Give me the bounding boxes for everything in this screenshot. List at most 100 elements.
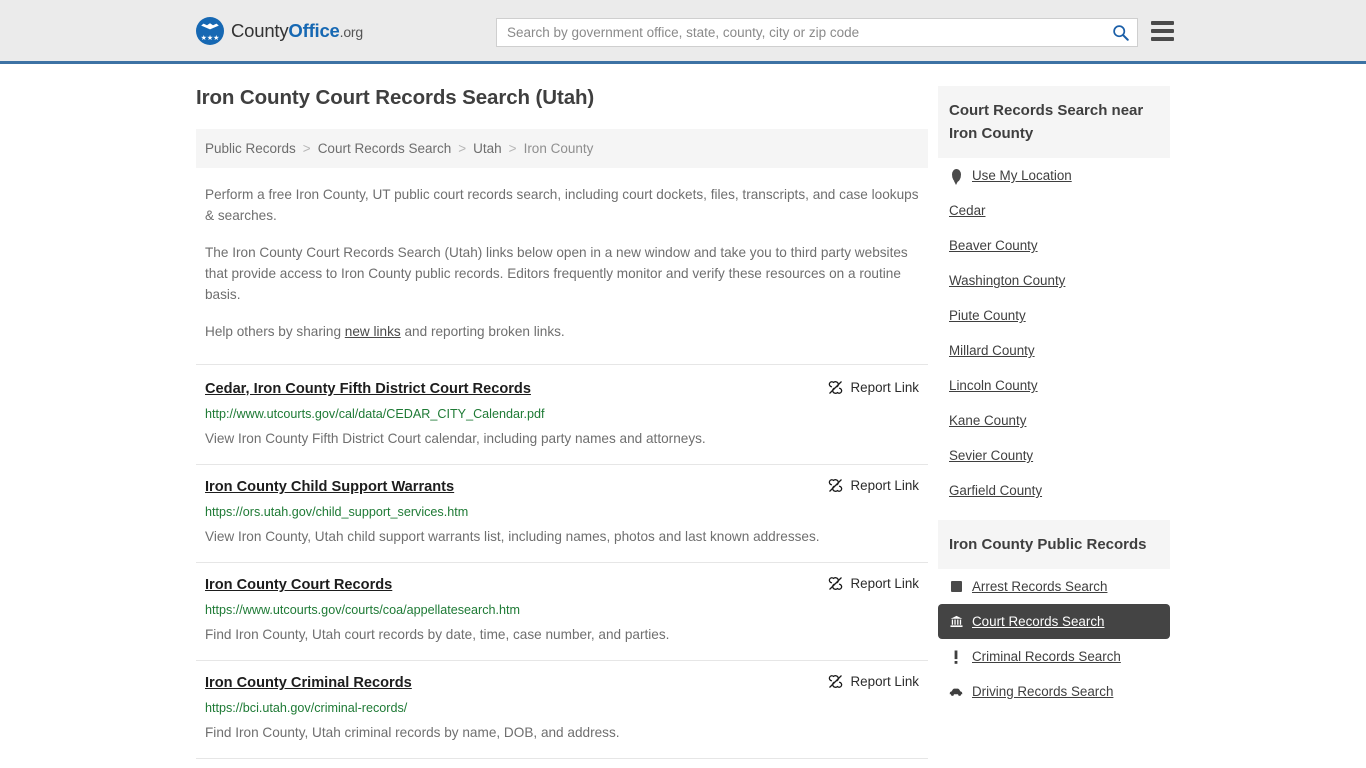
breadcrumb-item-public-records[interactable]: Public Records bbox=[205, 141, 296, 156]
breadcrumb-item-court-records-search[interactable]: Court Records Search bbox=[318, 141, 452, 156]
hamburger-bar-3 bbox=[1151, 37, 1174, 41]
nearby-heading: Court Records Search near Iron County bbox=[938, 86, 1170, 158]
result-url: https://ors.utah.gov/child_support_servi… bbox=[205, 505, 469, 519]
list-item: Millard County bbox=[938, 333, 1170, 368]
sidebar-item-use-my-location[interactable]: Use My Location bbox=[938, 158, 1170, 193]
sidebar-item-label: Sevier County bbox=[949, 448, 1034, 463]
breadcrumb-item-utah[interactable]: Utah bbox=[473, 141, 502, 156]
list-item: Sevier County bbox=[938, 438, 1170, 473]
logo-wordmark: CountyOffice.org bbox=[231, 20, 363, 42]
sidebar-item-label: Court Records Search bbox=[972, 614, 1105, 629]
sidebar-item-garfield-county[interactable]: Garfield County bbox=[938, 473, 1170, 508]
car-icon bbox=[949, 687, 963, 697]
sidebar-item-label: Arrest Records Search bbox=[972, 579, 1108, 594]
sidebar-item-court-records-search[interactable]: Court Records Search bbox=[938, 604, 1170, 639]
results-list: Cedar, Iron County Fifth District Court … bbox=[196, 364, 928, 768]
sidebar-item-arrest-records-search[interactable]: Arrest Records Search bbox=[938, 569, 1170, 604]
hamburger-menu-icon[interactable] bbox=[1151, 21, 1174, 41]
result-title-link[interactable]: Cedar, Iron County Fifth District Court … bbox=[205, 379, 531, 399]
logo-org-text: .org bbox=[339, 23, 364, 40]
sidebar-item-label: Beaver County bbox=[949, 238, 1038, 253]
logo-county-text: County bbox=[231, 19, 289, 41]
main-content: Iron County Court Records Search (Utah) … bbox=[196, 86, 928, 768]
sidebar-item-millard-county[interactable]: Millard County bbox=[938, 333, 1170, 368]
county-office-badge-icon: ★★★ bbox=[196, 16, 224, 45]
result-row: Iron County Criminal Records Report Link… bbox=[196, 661, 928, 759]
intro-paragraph-2: The Iron County Court Records Search (Ut… bbox=[205, 245, 908, 302]
list-item: Piute County bbox=[938, 298, 1170, 333]
search-button[interactable] bbox=[1103, 19, 1137, 46]
result-url: https://bci.utah.gov/criminal-records/ bbox=[205, 701, 408, 715]
result-description: View Iron County Fifth District Court ca… bbox=[205, 431, 706, 446]
intro-text: Perform a free Iron County, UT public co… bbox=[196, 184, 928, 342]
sidebar-item-label: Kane County bbox=[949, 413, 1027, 428]
search-icon bbox=[1112, 25, 1129, 41]
result-row: Iron County Court Records Report Link ht… bbox=[196, 563, 928, 661]
result-header: Cedar, Iron County Fifth District Court … bbox=[205, 379, 919, 399]
hamburger-bar-1 bbox=[1151, 21, 1174, 25]
breadcrumb-separator: > bbox=[508, 141, 517, 156]
sidebar-item-label: Lincoln County bbox=[949, 378, 1038, 393]
report-link-button[interactable]: Report Link bbox=[828, 674, 919, 689]
broken-link-icon bbox=[828, 381, 842, 394]
broken-link-icon bbox=[828, 577, 842, 590]
hamburger-bar-2 bbox=[1151, 29, 1174, 33]
nearby-search-box: Court Records Search near Iron County Us… bbox=[938, 86, 1170, 508]
result-row: Iron County Probate Records Report Link … bbox=[196, 759, 928, 768]
sidebar-item-criminal-records-search[interactable]: Criminal Records Search bbox=[938, 639, 1170, 674]
site-logo[interactable]: ★★★ CountyOffice.org bbox=[196, 16, 363, 45]
report-link-button[interactable]: Report Link bbox=[828, 478, 919, 493]
sidebar-item-cedar[interactable]: Cedar bbox=[938, 193, 1170, 228]
report-link-button[interactable]: Report Link bbox=[828, 576, 919, 591]
sidebar-item-label: Garfield County bbox=[949, 483, 1043, 498]
report-link-label: Report Link bbox=[850, 478, 919, 493]
sidebar-item-label: Use My Location bbox=[972, 168, 1072, 183]
page-body: Iron County Court Records Search (Utah) … bbox=[0, 64, 1366, 768]
search-input[interactable] bbox=[497, 19, 1103, 46]
list-item: Arrest Records Search bbox=[938, 569, 1170, 604]
result-header: Iron County Child Support Warrants Repor… bbox=[205, 477, 919, 497]
sidebar-item-label: Driving Records Search bbox=[972, 684, 1114, 699]
courthouse-icon bbox=[949, 615, 963, 628]
result-title-link[interactable]: Iron County Child Support Warrants bbox=[205, 477, 454, 497]
list-item: Use My Location bbox=[938, 158, 1170, 193]
result-title-link[interactable]: Iron County Criminal Records bbox=[205, 673, 412, 693]
sidebar-item-piute-county[interactable]: Piute County bbox=[938, 298, 1170, 333]
result-description: View Iron County, Utah child support war… bbox=[205, 529, 820, 544]
search-bar[interactable] bbox=[496, 18, 1138, 47]
sidebar-item-driving-records-search[interactable]: Driving Records Search bbox=[938, 674, 1170, 709]
sidebar: Court Records Search near Iron County Us… bbox=[938, 86, 1170, 768]
courthouse-glyph bbox=[949, 615, 963, 628]
result-url: https://www.utcourts.gov/courts/coa/appe… bbox=[205, 603, 520, 617]
list-item: Criminal Records Search bbox=[938, 639, 1170, 674]
broken-link-icon bbox=[828, 479, 842, 492]
logo-office-text: Office bbox=[288, 19, 340, 41]
result-header: Iron County Court Records Report Link bbox=[205, 575, 919, 595]
sidebar-item-beaver-county[interactable]: Beaver County bbox=[938, 228, 1170, 263]
result-description: Find Iron County, Utah criminal records … bbox=[205, 725, 620, 740]
sidebar-item-sevier-county[interactable]: Sevier County bbox=[938, 438, 1170, 473]
page-title: Iron County Court Records Search (Utah) bbox=[196, 86, 595, 109]
breadcrumb: Public Records > Court Records Search > … bbox=[196, 129, 928, 168]
breadcrumb-separator: > bbox=[302, 141, 311, 156]
sidebar-item-lincoln-county[interactable]: Lincoln County bbox=[938, 368, 1170, 403]
list-item: Kane County bbox=[938, 403, 1170, 438]
sidebar-item-washington-county[interactable]: Washington County bbox=[938, 263, 1170, 298]
sidebar-item-label: Millard County bbox=[949, 343, 1035, 358]
sidebar-item-label: Washington County bbox=[949, 273, 1066, 288]
list-item: Beaver County bbox=[938, 228, 1170, 263]
exclamation-glyph bbox=[954, 650, 958, 664]
list-item: Court Records Search bbox=[938, 604, 1170, 639]
new-links-link[interactable]: new links bbox=[345, 324, 401, 339]
list-item: Washington County bbox=[938, 263, 1170, 298]
breadcrumb-separator: > bbox=[458, 141, 467, 156]
sidebar-item-kane-county[interactable]: Kane County bbox=[938, 403, 1170, 438]
sidebar-item-label: Cedar bbox=[949, 203, 986, 218]
report-link-button[interactable]: Report Link bbox=[828, 380, 919, 395]
list-item: Lincoln County bbox=[938, 368, 1170, 403]
public-records-heading: Iron County Public Records bbox=[938, 520, 1170, 569]
result-title-link[interactable]: Iron County Court Records bbox=[205, 575, 392, 595]
list-item: Driving Records Search bbox=[938, 674, 1170, 709]
result-row: Cedar, Iron County Fifth District Court … bbox=[196, 364, 928, 465]
report-link-label: Report Link bbox=[850, 674, 919, 689]
